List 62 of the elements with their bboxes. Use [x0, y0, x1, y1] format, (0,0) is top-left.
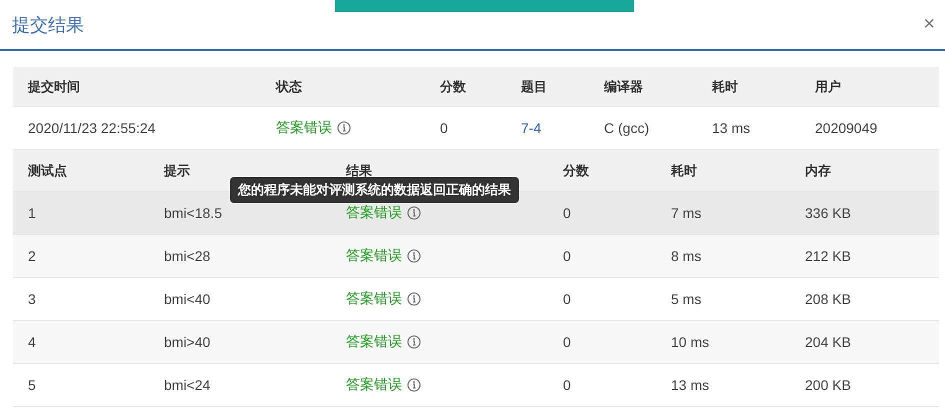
table-cell-text: bmi<18.5: [163, 205, 223, 221]
column-header: 用户: [814, 78, 842, 96]
table-cell-text: 5 ms: [670, 291, 702, 307]
column-header: 编译器: [602, 78, 644, 96]
info-icon[interactable]: [407, 206, 421, 220]
table-cell-text: 336 KB: [804, 205, 852, 221]
info-icon[interactable]: [407, 292, 421, 306]
table-cell-text: bmi<28: [163, 248, 212, 264]
column-header: 状态: [274, 78, 303, 96]
status-text: 答案错误: [346, 333, 402, 351]
column-header: 耗时: [710, 78, 739, 96]
column-header: 分数: [438, 78, 467, 96]
table-row[interactable]: 2 bmi<28 答案错误 0 8 ms 212 KB: [13, 235, 939, 278]
info-icon[interactable]: [407, 335, 421, 349]
status-text: 答案错误: [346, 290, 402, 308]
table-cell-text: 0: [562, 291, 572, 307]
close-button[interactable]: ×: [919, 13, 939, 36]
table-cell-text: 204 KB: [804, 334, 852, 350]
table-cell-text: 13 ms: [670, 377, 710, 393]
table-cell-text: 0: [562, 334, 572, 350]
column-header: 分数: [562, 162, 590, 180]
problem-link[interactable]: 7-4: [521, 120, 542, 136]
column-header: 结果: [344, 162, 373, 180]
info-icon[interactable]: [407, 378, 421, 392]
status-text: 答案错误: [346, 376, 402, 394]
table-cell-text: 8 ms: [670, 248, 702, 264]
column-header: 题目: [520, 78, 548, 96]
tooltip: 您的程序未能对评测系统的数据返回正确的结果: [230, 177, 519, 203]
status-text: 答案错误: [276, 119, 332, 137]
table-cell-text: bmi<40: [163, 291, 212, 307]
table-cell-text: 0: [439, 120, 449, 136]
column-header: 提交时间: [26, 78, 81, 96]
table-cell-text: bmi>40: [163, 334, 212, 350]
table-cell-text: 7 ms: [670, 205, 702, 221]
table-row[interactable]: 5 bmi<24 答案错误 0 13 ms 200 KB: [13, 364, 939, 407]
column-header: 耗时: [670, 162, 698, 180]
table-cell-text: 2: [27, 248, 37, 264]
table-cell-text: 2020/11/23 22:55:24: [27, 120, 156, 136]
table-cell-text: bmi<24: [163, 377, 212, 393]
table-cell-text: 10 ms: [670, 334, 710, 350]
table-row[interactable]: 4 bmi>40 答案错误 0 10 ms 204 KB: [13, 321, 939, 364]
table-cell-text: 208 KB: [804, 291, 852, 307]
table-cell-text: 212 KB: [804, 248, 852, 264]
column-header: 提示: [162, 162, 191, 180]
table-cell-text: 4: [27, 334, 37, 350]
table-cell-text: 0: [562, 377, 572, 393]
dialog-title: 提交结果: [12, 14, 84, 36]
table-cell-text: 0: [562, 248, 572, 264]
column-header: 内存: [804, 162, 832, 180]
table-cell-text: 1: [27, 205, 37, 221]
info-icon[interactable]: [407, 249, 421, 263]
status-text: 答案错误: [346, 204, 402, 222]
table-cell-text: C (gcc): [603, 120, 650, 136]
table-cell-text: 5: [27, 377, 37, 393]
column-header: 测试点: [27, 162, 68, 180]
info-icon[interactable]: [337, 121, 351, 135]
table-cell-text: 3: [27, 291, 37, 307]
table-cell-text: 0: [562, 205, 572, 221]
table-cell-text: 20209049: [814, 120, 878, 136]
status-text: 答案错误: [346, 247, 402, 265]
table-cell-text: 13 ms: [711, 120, 752, 136]
table-cell-text: 200 KB: [804, 377, 852, 393]
